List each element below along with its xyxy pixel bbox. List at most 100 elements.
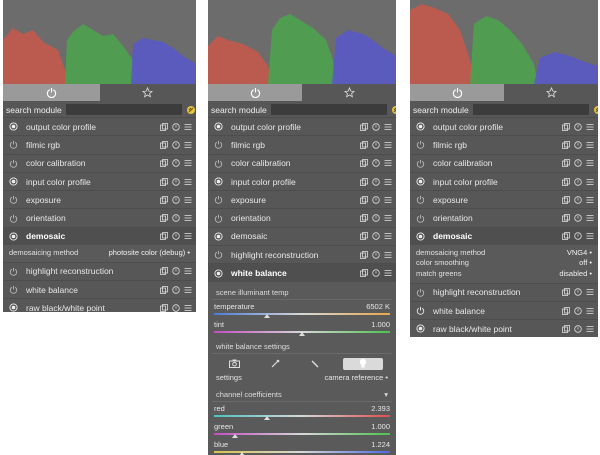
multi-instance-icon[interactable] bbox=[360, 159, 368, 168]
tab-active-modules[interactable] bbox=[208, 84, 302, 101]
multi-instance-icon[interactable] bbox=[562, 177, 570, 186]
reset-icon[interactable] bbox=[372, 141, 380, 149]
reset-icon[interactable] bbox=[172, 214, 180, 222]
bulb-icon[interactable] bbox=[342, 357, 383, 370]
presets-menu-icon[interactable] bbox=[184, 267, 192, 275]
presets-menu-icon[interactable] bbox=[184, 232, 192, 240]
module-highlight-reconstruction[interactable]: highlight reconstruction bbox=[3, 261, 196, 280]
green-slider[interactable]: green 1.000 bbox=[210, 420, 394, 438]
module-demosaic[interactable]: demosaic bbox=[208, 226, 396, 245]
multi-instance-icon[interactable] bbox=[562, 288, 570, 297]
power-icon[interactable] bbox=[214, 177, 223, 186]
multi-instance-icon[interactable] bbox=[562, 141, 570, 149]
reset-icon[interactable] bbox=[574, 306, 582, 315]
param-row[interactable]: match greens disabled • bbox=[416, 268, 592, 279]
module-filmic-rgb[interactable]: filmic rgb bbox=[3, 135, 196, 153]
presets-menu-icon[interactable] bbox=[586, 288, 594, 296]
param-row[interactable]: demosaicing method photosite color (debug… bbox=[9, 247, 190, 258]
reset-icon[interactable] bbox=[574, 232, 582, 241]
module-highlight-reconstruction[interactable]: highlight reconstruction bbox=[410, 282, 598, 301]
presets-menu-icon[interactable] bbox=[586, 307, 594, 315]
multi-instance-icon[interactable] bbox=[360, 214, 368, 223]
reset-icon[interactable] bbox=[574, 159, 582, 167]
power-icon[interactable] bbox=[9, 195, 18, 205]
power-icon[interactable] bbox=[9, 267, 18, 276]
multi-instance-icon[interactable] bbox=[160, 122, 168, 131]
tab-favorites[interactable] bbox=[99, 84, 196, 101]
reset-icon[interactable] bbox=[372, 122, 380, 131]
reset-icon[interactable] bbox=[372, 159, 380, 167]
camera-icon[interactable] bbox=[221, 358, 247, 370]
presets-menu-icon[interactable] bbox=[184, 214, 192, 222]
presets-menu-icon[interactable] bbox=[586, 214, 594, 222]
power-icon[interactable] bbox=[214, 140, 223, 150]
pen-icon[interactable] bbox=[302, 358, 328, 370]
multi-instance-icon[interactable] bbox=[160, 232, 168, 241]
multi-instance-icon[interactable] bbox=[562, 122, 570, 131]
reset-icon[interactable] bbox=[172, 122, 180, 131]
module-output-color-profile[interactable]: output color profile bbox=[208, 117, 396, 135]
camera-reference-label[interactable]: camera reference • bbox=[325, 373, 389, 382]
param-value[interactable]: disabled • bbox=[559, 269, 592, 278]
clear-search-icon[interactable] bbox=[186, 105, 196, 115]
presets-menu-icon[interactable] bbox=[586, 159, 594, 167]
module-highlight-reconstruction[interactable]: highlight reconstruction bbox=[208, 245, 396, 263]
multi-instance-icon[interactable] bbox=[160, 214, 168, 223]
multi-instance-icon[interactable] bbox=[360, 250, 368, 259]
presets-menu-icon[interactable] bbox=[184, 286, 192, 294]
power-icon[interactable] bbox=[214, 122, 223, 131]
reset-icon[interactable] bbox=[372, 232, 380, 241]
reset-icon[interactable] bbox=[172, 159, 180, 167]
power-icon[interactable] bbox=[9, 122, 18, 131]
presets-menu-icon[interactable] bbox=[586, 141, 594, 149]
multi-instance-icon[interactable] bbox=[562, 306, 570, 315]
presets-menu-icon[interactable] bbox=[384, 251, 392, 259]
presets-menu-icon[interactable] bbox=[184, 123, 192, 131]
multi-instance-icon[interactable] bbox=[360, 177, 368, 186]
reset-icon[interactable] bbox=[372, 269, 380, 277]
power-icon[interactable] bbox=[9, 303, 18, 312]
module-input-color-profile[interactable]: input color profile bbox=[410, 171, 598, 190]
presets-menu-icon[interactable] bbox=[184, 159, 192, 167]
param-row[interactable]: demosaicing method VNG4 • bbox=[416, 247, 592, 258]
param-value[interactable]: photosite color (debug) • bbox=[109, 248, 190, 257]
module-white-balance[interactable]: white balance bbox=[410, 300, 598, 319]
module-output-color-profile[interactable]: output color profile bbox=[3, 117, 196, 135]
multi-instance-icon[interactable] bbox=[360, 122, 368, 131]
clear-search-icon[interactable] bbox=[593, 105, 598, 115]
multi-instance-icon[interactable] bbox=[360, 195, 368, 204]
reset-icon[interactable] bbox=[574, 177, 582, 186]
presets-menu-icon[interactable] bbox=[384, 214, 392, 222]
multi-instance-icon[interactable] bbox=[562, 232, 570, 241]
search-input[interactable] bbox=[472, 104, 589, 115]
module-input-color-profile[interactable]: input color profile bbox=[3, 171, 196, 190]
reset-icon[interactable] bbox=[172, 177, 180, 186]
multi-instance-icon[interactable] bbox=[160, 141, 168, 149]
reset-icon[interactable] bbox=[172, 232, 180, 241]
reset-icon[interactable] bbox=[372, 251, 380, 259]
presets-menu-icon[interactable] bbox=[586, 325, 594, 333]
power-icon[interactable] bbox=[416, 214, 425, 223]
power-icon[interactable] bbox=[214, 232, 223, 241]
module-exposure[interactable]: exposure bbox=[410, 190, 598, 208]
presets-menu-icon[interactable] bbox=[184, 178, 192, 186]
tint-thumb[interactable] bbox=[299, 331, 305, 336]
reset-icon[interactable] bbox=[574, 196, 582, 204]
reset-icon[interactable] bbox=[372, 177, 380, 186]
module-white-balance[interactable]: white balance bbox=[208, 263, 396, 282]
presets-menu-icon[interactable] bbox=[586, 123, 594, 131]
power-icon[interactable] bbox=[9, 159, 18, 168]
multi-instance-icon[interactable] bbox=[160, 177, 168, 186]
reset-icon[interactable] bbox=[574, 122, 582, 131]
presets-menu-icon[interactable] bbox=[586, 178, 594, 186]
multi-instance-icon[interactable] bbox=[562, 214, 570, 223]
multi-instance-icon[interactable] bbox=[562, 195, 570, 204]
power-icon[interactable] bbox=[214, 214, 223, 223]
power-icon[interactable] bbox=[416, 232, 425, 241]
presets-menu-icon[interactable] bbox=[586, 196, 594, 204]
reset-icon[interactable] bbox=[172, 285, 180, 294]
module-exposure[interactable]: exposure bbox=[208, 190, 396, 208]
power-icon[interactable] bbox=[416, 195, 425, 205]
multi-instance-icon[interactable] bbox=[160, 285, 168, 294]
presets-menu-icon[interactable] bbox=[384, 269, 392, 277]
